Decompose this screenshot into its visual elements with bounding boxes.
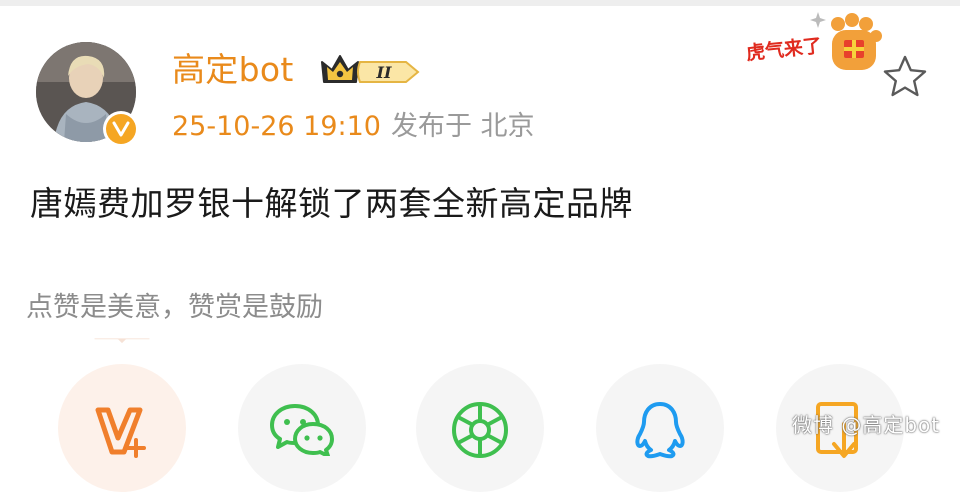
user-name[interactable]: 高定bot xyxy=(172,50,294,90)
festival-sticker: 虎气来了 xyxy=(742,10,884,80)
post-text: 唐嫣费加罗银十解锁了两套全新高定品牌 xyxy=(30,184,633,223)
verified-badge xyxy=(103,111,139,147)
level-label: II xyxy=(376,63,392,82)
crown-icon xyxy=(321,55,359,83)
share-moments-button[interactable] xyxy=(416,364,544,492)
sparkle-icon xyxy=(810,12,826,28)
moments-icon xyxy=(452,402,508,458)
hint-pointer xyxy=(94,338,150,344)
favorite-star-button[interactable] xyxy=(880,52,930,102)
paw-icon xyxy=(831,13,882,70)
post-meta: 25-10-26 19:10 发布于 北京 xyxy=(172,110,535,144)
top-divider xyxy=(0,0,960,6)
wechat-icon xyxy=(270,404,334,456)
v-plus-icon xyxy=(95,407,146,458)
star-icon xyxy=(883,55,927,97)
qq-icon xyxy=(635,402,685,459)
share-qq-button[interactable] xyxy=(596,364,724,492)
sticker-text: 虎气来了 xyxy=(745,34,823,65)
post-date: 25-10-26 19:10 xyxy=(172,111,381,142)
post-location: 发布于 北京 xyxy=(390,111,535,142)
watermark: 微博 @高定bot xyxy=(792,413,941,437)
reward-button[interactable] xyxy=(58,364,186,492)
reward-hint: 点赞是美意，赞赏是鼓励 xyxy=(26,292,323,323)
verified-v-icon xyxy=(112,121,130,137)
member-level-badge[interactable]: II xyxy=(318,52,424,94)
share-wechat-button[interactable] xyxy=(238,364,366,492)
